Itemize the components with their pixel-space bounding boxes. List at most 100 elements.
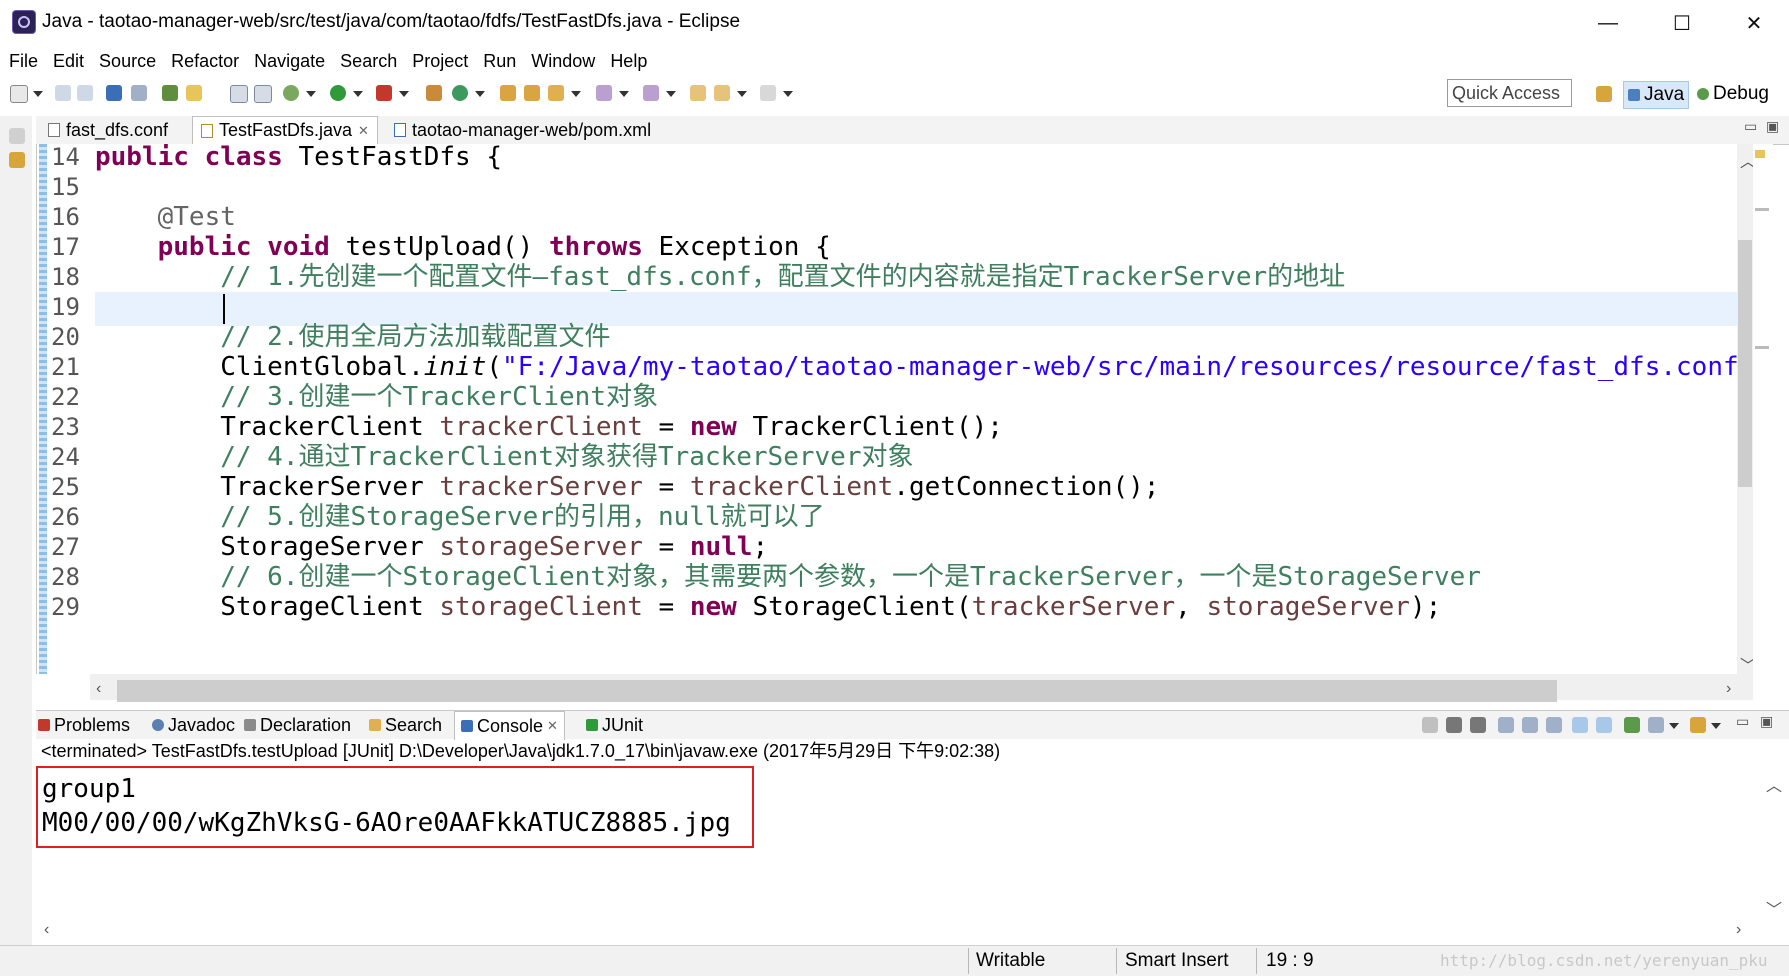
save-all-icon[interactable] xyxy=(77,85,93,101)
search-view-icon xyxy=(369,719,381,731)
run-dropdown-icon[interactable] xyxy=(353,91,363,97)
next-annotation-icon[interactable] xyxy=(596,85,612,101)
external-tools-icon[interactable] xyxy=(376,85,392,101)
overview-marker[interactable] xyxy=(1755,208,1769,211)
back-dropdown-icon[interactable] xyxy=(737,91,747,97)
new-java-project-icon[interactable] xyxy=(426,85,442,101)
search-icon[interactable] xyxy=(548,85,564,101)
perspective-java[interactable]: Java xyxy=(1623,81,1690,109)
scroll-left-icon[interactable]: ‹ xyxy=(96,680,101,698)
minimize-button[interactable]: — xyxy=(1578,6,1638,40)
open-type-icon[interactable] xyxy=(500,85,516,101)
next-annotation-dropdown-icon[interactable] xyxy=(619,91,629,97)
close-tab-icon[interactable]: ✕ xyxy=(547,718,558,734)
perspective-debug[interactable]: Debug xyxy=(1697,81,1769,107)
external-tools-dropdown-icon[interactable] xyxy=(399,91,409,97)
debug-icon[interactable] xyxy=(283,85,299,101)
block-selection-icon[interactable] xyxy=(230,85,248,103)
new-class-icon[interactable] xyxy=(452,85,468,101)
title-bar: Java - taotao-manager-web/src/test/java/… xyxy=(0,0,1789,46)
tab-declaration[interactable]: Declaration xyxy=(244,711,351,739)
scroll-right-icon[interactable]: › xyxy=(1726,680,1731,698)
menu-navigate[interactable]: Navigate xyxy=(245,47,331,75)
forward-icon[interactable] xyxy=(760,85,776,101)
console-horizontal-scrollbar[interactable]: ‹ › xyxy=(36,919,1753,943)
menu-refactor[interactable]: Refactor xyxy=(162,47,245,75)
open-console-dropdown-icon[interactable] xyxy=(1711,723,1721,729)
maximize-panel-icon[interactable]: ▣ xyxy=(1760,713,1773,730)
open-console-icon[interactable] xyxy=(1690,717,1706,733)
toggle-mark-icon[interactable] xyxy=(162,85,178,101)
console-scroll-left-icon[interactable]: ‹ xyxy=(44,921,49,939)
show-on-error-icon[interactable] xyxy=(1596,717,1612,733)
close-button[interactable]: ✕ xyxy=(1724,6,1784,40)
word-wrap-icon[interactable] xyxy=(1546,717,1562,733)
skip-breakpoints-icon[interactable] xyxy=(131,85,147,101)
menu-project[interactable]: Project xyxy=(403,47,474,75)
forward-dropdown-icon[interactable] xyxy=(783,91,793,97)
open-perspective-icon[interactable] xyxy=(1596,86,1612,102)
debug-dropdown-icon[interactable] xyxy=(306,91,316,97)
package-explorer-icon[interactable] xyxy=(9,152,25,168)
search-dropdown-icon[interactable] xyxy=(571,91,581,97)
minimize-editor-icon[interactable]: ▭ xyxy=(1744,118,1757,135)
remove-launch-icon[interactable] xyxy=(1446,717,1462,733)
warning-marker-icon[interactable] xyxy=(1755,150,1765,158)
tab-testfastdfs-java[interactable]: TestFastDfs.java ✕ xyxy=(192,116,378,144)
overview-marker[interactable] xyxy=(1755,346,1769,349)
editor-horizontal-scroll-thumb[interactable] xyxy=(117,680,1557,702)
pin-console-icon[interactable] xyxy=(1624,717,1640,733)
tab-junit[interactable]: JUnit xyxy=(586,711,643,739)
menu-search[interactable]: Search xyxy=(331,47,403,75)
menu-bar: File Edit Source Refactor Navigate Search Proj… xyxy=(0,46,1789,76)
code-token: new xyxy=(689,412,737,442)
highlight-icon[interactable] xyxy=(186,85,202,101)
code-token: init xyxy=(423,352,487,382)
terminate-icon[interactable] xyxy=(1422,717,1438,733)
menu-source[interactable]: Source xyxy=(90,47,162,75)
menu-run[interactable]: Run xyxy=(474,47,522,75)
editor-vertical-scroll-thumb[interactable] xyxy=(1738,240,1752,487)
new-icon[interactable] xyxy=(10,85,28,103)
menu-file[interactable]: File xyxy=(0,47,44,75)
tab-search[interactable]: Search xyxy=(369,711,442,739)
quick-access-input[interactable]: Quick Access xyxy=(1447,79,1572,107)
open-task-icon[interactable] xyxy=(524,85,540,101)
maximize-editor-icon[interactable]: ▣ xyxy=(1766,118,1779,135)
tab-pom-xml[interactable]: taotao-manager-web/pom.xml xyxy=(386,116,672,144)
new-class-dropdown-icon[interactable] xyxy=(475,91,485,97)
menu-help[interactable]: Help xyxy=(601,47,653,75)
console-scroll-down-icon[interactable]: ﹀ xyxy=(1766,896,1782,920)
console-scroll-right-icon[interactable]: › xyxy=(1736,921,1741,939)
clear-console-icon[interactable] xyxy=(1498,717,1514,733)
run-icon[interactable] xyxy=(330,85,346,101)
last-edit-location-icon[interactable] xyxy=(690,85,706,101)
tab-problems[interactable]: Problems xyxy=(38,711,130,739)
code-line: 29 StorageClient storageClient = new Sto… xyxy=(37,590,1753,624)
display-console-icon[interactable] xyxy=(1648,717,1664,733)
save-icon[interactable] xyxy=(55,85,71,101)
declaration-icon xyxy=(244,719,256,731)
back-icon[interactable] xyxy=(714,85,730,101)
restore-icon[interactable] xyxy=(9,128,25,144)
code-editor[interactable]: 14 public class TestFastDfs {15 16 @Test 17… xyxy=(36,144,1753,674)
maximize-button[interactable]: ☐ xyxy=(1652,6,1712,40)
remove-all-terminated-icon[interactable] xyxy=(1470,717,1486,733)
previous-annotation-dropdown-icon[interactable] xyxy=(666,91,676,97)
tab-console[interactable]: Console ✕ xyxy=(454,711,565,740)
new-dropdown-icon[interactable] xyxy=(33,91,43,97)
show-on-output-icon[interactable] xyxy=(1572,717,1588,733)
show-whitespace-icon[interactable] xyxy=(254,85,272,103)
code-line: 28 // 6.创建一个StorageClient对象，其需要两个参数，一个是T… xyxy=(37,560,1753,594)
menu-edit[interactable]: Edit xyxy=(44,47,90,75)
close-tab-icon[interactable]: ✕ xyxy=(358,123,369,139)
minimize-panel-icon[interactable]: ▭ xyxy=(1736,713,1749,730)
display-console-dropdown-icon[interactable] xyxy=(1669,723,1679,729)
tab-javadoc[interactable]: Javadoc xyxy=(152,711,235,739)
previous-annotation-icon[interactable] xyxy=(643,85,659,101)
tab-fast-dfs-conf[interactable]: fast_dfs.conf xyxy=(40,116,188,144)
menu-window[interactable]: Window xyxy=(522,47,601,75)
console-scroll-up-icon[interactable]: ︿ xyxy=(1766,772,1782,796)
scroll-lock-icon[interactable] xyxy=(1522,717,1538,733)
terminal-icon[interactable] xyxy=(106,85,122,101)
